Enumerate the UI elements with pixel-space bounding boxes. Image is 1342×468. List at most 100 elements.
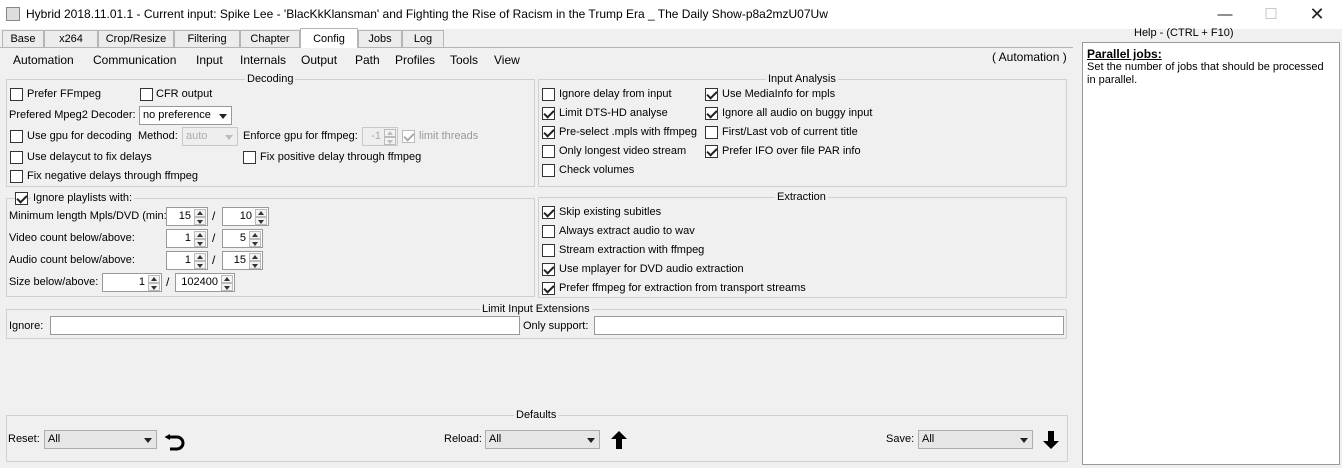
spin-down-icon[interactable] (221, 283, 233, 291)
method-label: Method: (138, 130, 178, 142)
spin-down-icon[interactable] (384, 137, 396, 145)
preselect-mpls-checkbox[interactable] (542, 126, 555, 139)
reload-select[interactable]: All (485, 430, 600, 449)
spin-up-icon[interactable] (148, 275, 160, 283)
reload-value: All (489, 433, 502, 445)
video-count-a-value: 1 (184, 232, 191, 244)
ignore-extensions-input[interactable] (50, 316, 520, 335)
cfr-output-label: CFR output (156, 88, 213, 100)
preselect-mpls-label: Pre-select .mpls with ffmpeg (559, 126, 697, 138)
fix-negative-delay-checkbox[interactable] (10, 170, 23, 183)
video-count-b-spinbox[interactable]: 5 (222, 229, 263, 248)
use-gpu-checkbox[interactable] (10, 130, 23, 143)
menu-path[interactable]: Path (355, 53, 380, 67)
spin-down-icon[interactable] (255, 217, 267, 225)
menu-internals[interactable]: Internals (240, 53, 286, 67)
minimize-button[interactable]: — (1202, 0, 1248, 29)
close-button[interactable]: ✕ (1294, 0, 1340, 29)
arrow-down-icon[interactable] (1040, 429, 1062, 451)
always-wav-checkbox[interactable] (542, 225, 555, 238)
check-volumes-checkbox[interactable] (542, 164, 555, 177)
title-bar: Hybrid 2018.11.01.1 - Current input: Spi… (0, 0, 1342, 29)
cfr-output-checkbox[interactable] (140, 88, 153, 101)
size-a-spinbox[interactable]: 1 (102, 273, 162, 292)
help-heading: Parallel jobs: (1087, 47, 1162, 61)
prefer-ffmpeg-ts-label: Prefer ffmpeg for extraction from transp… (559, 282, 806, 294)
limit-threads-checkbox[interactable] (402, 130, 415, 143)
fix-positive-delay-checkbox[interactable] (243, 151, 256, 164)
min-length-a-spinbox[interactable]: 15 (166, 207, 208, 226)
maximize-button[interactable]: ☐ (1248, 0, 1294, 29)
method-select[interactable]: auto (182, 127, 238, 146)
chevron-down-icon (219, 114, 227, 119)
audio-count-b-spinbox[interactable]: 15 (222, 251, 263, 270)
tab-filtering[interactable]: Filtering (174, 30, 240, 48)
video-count-b-value: 5 (239, 232, 246, 244)
spin-up-icon[interactable] (255, 209, 267, 217)
min-length-b-value: 10 (239, 210, 252, 222)
chevron-down-icon (1020, 438, 1028, 443)
menu-automation[interactable]: Automation (13, 53, 74, 67)
spin-down-icon[interactable] (148, 283, 160, 291)
delaycut-checkbox[interactable] (10, 151, 23, 164)
tab-chapter[interactable]: Chapter (240, 30, 300, 48)
skip-subtitles-label: Skip existing subitles (559, 206, 662, 218)
limit-dts-checkbox[interactable] (542, 107, 555, 120)
menu-communication[interactable]: Communication (93, 53, 176, 67)
prefer-ifo-checkbox[interactable] (705, 145, 718, 158)
prefer-ffmpeg-ts-checkbox[interactable] (542, 282, 555, 295)
skip-subtitles-checkbox[interactable] (542, 206, 555, 219)
arrow-up-icon[interactable] (608, 429, 630, 451)
spin-up-icon[interactable] (249, 231, 261, 239)
spin-up-icon[interactable] (194, 231, 206, 239)
stream-ffmpeg-checkbox[interactable] (542, 244, 555, 257)
ignore-playlists-checkbox[interactable] (15, 192, 28, 205)
limit-dts-label: Limit DTS-HD analyse (559, 107, 668, 119)
ignore-audio-label: Ignore all audio on buggy input (722, 107, 873, 119)
spin-down-icon[interactable] (194, 239, 206, 247)
use-mplayer-checkbox[interactable] (542, 263, 555, 276)
spin-down-icon[interactable] (249, 261, 261, 269)
min-length-b-spinbox[interactable]: 10 (222, 207, 269, 226)
undo-icon[interactable] (164, 429, 186, 451)
only-longest-checkbox[interactable] (542, 145, 555, 158)
only-support-input[interactable] (594, 316, 1064, 335)
tab-log[interactable]: Log (402, 30, 444, 48)
menu-view[interactable]: View (494, 53, 520, 67)
tab-base[interactable]: Base (2, 30, 44, 48)
menu-input[interactable]: Input (196, 53, 223, 67)
spin-up-icon[interactable] (384, 129, 396, 137)
spin-down-icon[interactable] (249, 239, 261, 247)
menu-profiles[interactable]: Profiles (395, 53, 435, 67)
spin-up-icon[interactable] (249, 253, 261, 261)
ignore-delay-checkbox[interactable] (542, 88, 555, 101)
tab-crop-resize[interactable]: Crop/Resize (98, 30, 174, 48)
enforce-gpu-value: -1 (371, 130, 381, 142)
separator: / (212, 253, 216, 267)
tab-config[interactable]: Config (300, 28, 358, 48)
prefer-ffmpeg-checkbox[interactable] (10, 88, 23, 101)
stream-ffmpeg-label: Stream extraction with ffmpeg (559, 244, 705, 256)
extraction-title: Extraction (775, 191, 828, 203)
first-last-vob-checkbox[interactable] (705, 126, 718, 139)
save-select[interactable]: All (918, 430, 1033, 449)
limit-input-title: Limit Input Extensions (480, 303, 592, 315)
enforce-gpu-label: Enforce gpu for ffmpeg: (243, 130, 358, 142)
audio-count-a-spinbox[interactable]: 1 (166, 251, 208, 270)
use-mediainfo-checkbox[interactable] (705, 88, 718, 101)
spin-down-icon[interactable] (194, 261, 206, 269)
spin-up-icon[interactable] (221, 275, 233, 283)
size-b-spinbox[interactable]: 102400 (175, 273, 235, 292)
tab-jobs[interactable]: Jobs (358, 30, 402, 48)
enforce-gpu-spinbox[interactable]: -1 (362, 127, 398, 146)
menu-tools[interactable]: Tools (450, 53, 478, 67)
video-count-a-spinbox[interactable]: 1 (166, 229, 208, 248)
ignore-audio-checkbox[interactable] (705, 107, 718, 120)
menu-output[interactable]: Output (301, 53, 337, 67)
spin-down-icon[interactable] (194, 217, 206, 225)
mpeg2-decoder-select[interactable]: no preference (139, 106, 232, 125)
tab-x264[interactable]: x264 (44, 30, 98, 48)
spin-up-icon[interactable] (194, 253, 206, 261)
spin-up-icon[interactable] (194, 209, 206, 217)
reset-select[interactable]: All (44, 430, 157, 449)
